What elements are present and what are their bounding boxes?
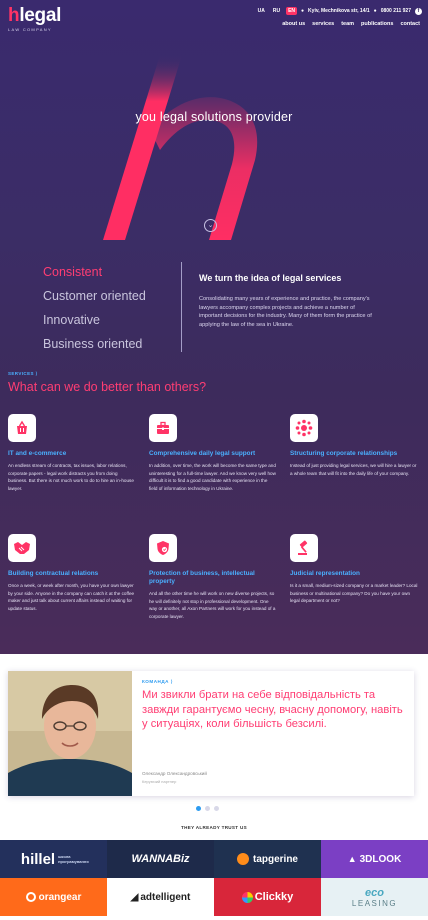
handshake-icon <box>8 534 36 562</box>
hero-title: you legal solutions provider <box>135 110 293 124</box>
team-label: КОМАНДА ⟩ <box>142 679 174 684</box>
main-nav: about us services team publications cont… <box>282 21 420 27</box>
service-card[interactable]: Structuring corporate relationships Inst… <box>290 414 418 477</box>
briefcase-icon <box>149 414 177 442</box>
client-name: adtelligent <box>140 891 191 903</box>
client-name: WANNABiz <box>131 853 190 865</box>
client-logo-tapgerine[interactable]: tapgerine <box>214 840 321 878</box>
clickky-icon <box>241 891 253 903</box>
service-text: Once a week, or week after month, you ha… <box>8 583 135 611</box>
service-card[interactable]: Building contractual relations Once a we… <box>8 534 136 612</box>
client-logo-clickky[interactable]: Clickky <box>214 878 321 916</box>
top-bar: UA RU EN ● Kyiv, Mechnikova str, 14/1 ● … <box>256 7 422 15</box>
team-label-text: КОМАНДА <box>142 679 169 684</box>
service-text: An endless stream of contracts, tax issu… <box>8 463 134 491</box>
values-list: Consistent Customer oriented Innovative … <box>43 265 146 361</box>
services-label-text: SERVICES <box>8 371 34 376</box>
nav-about[interactable]: about us <box>282 21 305 27</box>
chevron-down-icon[interactable]: ⌄ <box>204 219 217 232</box>
network-icon <box>290 414 318 442</box>
tapgerine-icon <box>236 853 249 865</box>
service-text: Is it a small, medium-sized company or a… <box>290 583 418 604</box>
client-logo-adtelligent[interactable]: ◢ adtelligent <box>107 878 214 916</box>
divider <box>181 262 182 352</box>
shield-icon <box>149 534 177 562</box>
service-title: Structuring corporate relationships <box>290 450 398 457</box>
service-text: And all the other time he will work on n… <box>149 591 276 619</box>
service-card[interactable]: Comprehensive daily legal support In add… <box>149 414 277 492</box>
client-logo-orangear[interactable]: orangear <box>0 878 107 916</box>
client-sub: школа програмування <box>58 854 89 864</box>
service-title: Building contractual relations <box>8 570 99 577</box>
nav-contact[interactable]: contact <box>400 21 420 27</box>
client-name: tapgerine <box>252 853 298 865</box>
nav-team[interactable]: team <box>341 21 354 27</box>
phone-icon: ● <box>373 8 377 14</box>
service-card[interactable]: Judicial representation Is it a small, m… <box>290 534 418 605</box>
author-role: Керуючий партнер <box>142 779 177 784</box>
triangle-icon: ▲ <box>347 854 357 864</box>
value-item[interactable]: Business oriented <box>43 337 146 361</box>
logo-tagline: LAW COMPANY <box>8 27 52 32</box>
hero-section: hlegal LAW COMPANY UA RU EN ● Kyiv, Mech… <box>0 0 428 654</box>
logo-h: h <box>8 5 20 26</box>
client-name: orangear <box>38 891 82 903</box>
nav-publications[interactable]: publications <box>361 21 393 27</box>
gavel-icon <box>290 534 318 562</box>
value-item[interactable]: Innovative <box>43 313 146 337</box>
services-title: What can we do better than others? <box>8 380 207 394</box>
author-photo <box>8 671 132 796</box>
lang-ua[interactable]: UA <box>256 7 267 15</box>
client-name: Clickky <box>254 891 294 903</box>
client-logo-3dlook[interactable]: ▲ 3DLOOK <box>321 840 428 878</box>
trust-title: THEY ALREADY TRUST US <box>181 825 247 830</box>
service-card[interactable]: IT and e-commerce An endless stream of c… <box>8 414 136 492</box>
service-title: Judicial representation <box>290 570 360 577</box>
service-title: Protection of business, intellectual pro… <box>149 570 255 585</box>
value-item[interactable]: Consistent <box>43 265 146 289</box>
client-logo-hillel[interactable]: hillel школа програмування <box>0 840 107 878</box>
logo[interactable]: hlegal LAW COMPANY <box>8 6 61 33</box>
testimonial-quote: Ми звикли брати на себе відповідальність… <box>142 689 403 731</box>
testimonial-section: КОМАНДА ⟩ Ми звикли брати на себе відпов… <box>0 654 428 840</box>
services-label: SERVICES ⟩ <box>8 371 38 376</box>
phone[interactable]: 0800 211 927 <box>381 8 411 14</box>
facebook-icon[interactable]: f <box>415 7 422 15</box>
nav-services[interactable]: services <box>312 21 334 27</box>
slider-dot[interactable] <box>214 806 219 811</box>
client-name: hillel <box>20 850 56 868</box>
value-item[interactable]: Customer oriented <box>43 289 146 313</box>
service-card[interactable]: Protection of business, intellectual pro… <box>149 534 277 620</box>
location-icon: ● <box>301 8 305 14</box>
service-title: Comprehensive daily legal support <box>149 450 256 457</box>
testimonial-card: КОМАНДА ⟩ Ми звикли брати на себе відпов… <box>8 671 414 796</box>
client-sub: LEASING <box>351 898 398 908</box>
about-text: Consolidating many years of experience a… <box>199 296 372 328</box>
slider-dot[interactable] <box>196 806 201 811</box>
logo-wordmark: hlegal <box>8 6 61 26</box>
service-text: In addition, over time, the work will be… <box>149 463 276 491</box>
slider-dots <box>196 806 219 811</box>
client-name: 3DLOOK <box>359 853 402 865</box>
about-title: We turn the idea of legal services <box>199 273 342 283</box>
client-logo-eco-leasing[interactable]: eco LEASING <box>321 878 428 916</box>
client-logos: hillel школа програмування WANNABiz tapg… <box>0 840 428 920</box>
service-title: IT and e-commerce <box>8 450 67 457</box>
slider-dot[interactable] <box>205 806 210 811</box>
lang-ru[interactable]: RU <box>271 7 282 15</box>
author-name: Олександр Олександровський <box>142 771 207 776</box>
orangear-icon <box>25 892 36 902</box>
client-name: eco <box>365 886 384 899</box>
adtelligent-icon: ◢ <box>130 891 139 903</box>
address[interactable]: Kyiv, Mechnikova str, 14/1 <box>308 8 370 14</box>
logo-text: legal <box>19 5 62 26</box>
lang-en[interactable]: EN <box>286 7 298 15</box>
service-text: Instead of just providing legal services… <box>290 463 417 476</box>
basket-icon <box>8 414 36 442</box>
client-logo-wannabiz[interactable]: WANNABiz <box>107 840 214 878</box>
